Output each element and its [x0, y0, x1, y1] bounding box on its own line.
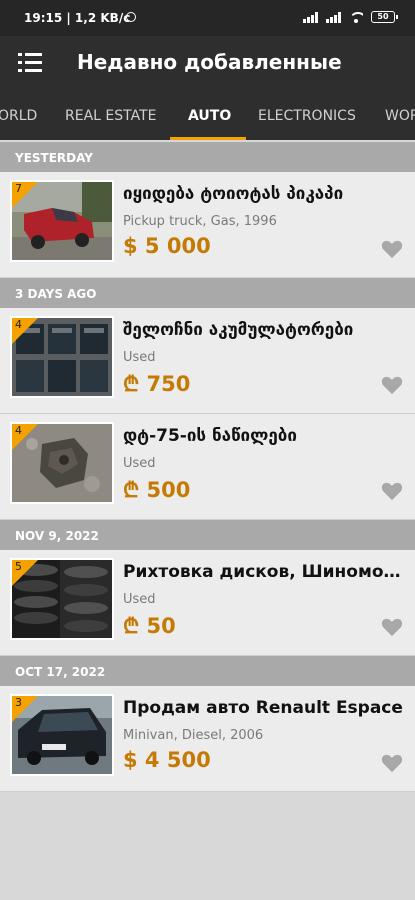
listing-thumbnail[interactable]: 4: [10, 316, 114, 398]
listing-thumbnail[interactable]: 3: [10, 694, 114, 776]
listing-thumbnail[interactable]: 5: [10, 558, 114, 640]
favorite-heart-icon[interactable]: [381, 753, 403, 773]
list-item[interactable]: 5 Рихтовка дисков, Шиномонтаж Used ₾ 50: [0, 550, 415, 656]
item-title[interactable]: Продам авто Renault Espace: [123, 698, 405, 718]
status-bar: 19:15 | 1,2 KB/c 50: [0, 0, 415, 36]
item-price: ₾ 500: [123, 478, 191, 502]
listing-thumbnail[interactable]: 4: [10, 422, 114, 504]
status-time: 19:15 | 1,2 KB/c: [24, 11, 131, 25]
favorite-heart-icon[interactable]: [381, 617, 403, 637]
item-subtitle: Used: [123, 456, 156, 471]
section-header: 3 DAYS AGO: [0, 278, 415, 308]
badge-number: 7: [15, 182, 22, 195]
signal-icon: [303, 11, 318, 23]
item-title[interactable]: იყიდება ტოიოტას პიკაპი: [123, 184, 405, 204]
signal-icon-2: [326, 11, 341, 23]
favorite-heart-icon[interactable]: [381, 375, 403, 395]
item-price: $ 5 000: [123, 234, 211, 258]
section-header: YESTERDAY: [0, 142, 415, 172]
wifi-icon: [349, 11, 363, 23]
tab-indicator: [170, 137, 246, 140]
listing-thumbnail[interactable]: 7: [10, 180, 114, 262]
item-title[interactable]: შელოჩნი აკუმულატორები: [123, 320, 405, 340]
item-subtitle: Pickup truck, Gas, 1996: [123, 214, 277, 229]
item-subtitle: Minivan, Diesel, 2006: [123, 728, 264, 743]
list-item[interactable]: 4 შელოჩნი აკუმულატორები Used ₾ 750: [0, 308, 415, 414]
category-tabs: ORLD REAL ESTATE AUTO ELECTRONICS WOR: [0, 92, 415, 140]
badge-number: 3: [15, 696, 22, 709]
menu-icon[interactable]: [18, 52, 42, 74]
favorite-heart-icon[interactable]: [381, 481, 403, 501]
tab-world[interactable]: ORLD: [0, 108, 37, 124]
tab-real-estate[interactable]: REAL ESTATE: [65, 108, 157, 124]
list-item[interactable]: 4 დტ-75-ის ნაწილები Used ₾ 500: [0, 414, 415, 520]
app-bar: Недавно добавленные: [0, 36, 415, 92]
section-header: OCT 17, 2022: [0, 656, 415, 686]
alarm-icon: [126, 12, 136, 22]
item-title[interactable]: დტ-75-ის ნაწილები: [123, 426, 405, 446]
favorite-heart-icon[interactable]: [381, 239, 403, 259]
badge-number: 5: [15, 560, 22, 573]
badge-number: 4: [15, 424, 22, 437]
section-header: NOV 9, 2022: [0, 520, 415, 550]
page-title: Недавно добавленные: [77, 50, 342, 74]
item-price: ₾ 750: [123, 372, 191, 396]
item-subtitle: Used: [123, 350, 156, 365]
tab-auto[interactable]: AUTO: [188, 108, 231, 124]
badge-number: 4: [15, 318, 22, 331]
list-item[interactable]: 3 Продам авто Renault Espace Minivan, Di…: [0, 686, 415, 792]
item-price: ₾ 50: [123, 614, 176, 638]
tab-work[interactable]: WOR: [385, 108, 415, 124]
list-item[interactable]: 7 იყიდება ტოიოტას პიკაპი Pickup truck, G…: [0, 172, 415, 278]
item-subtitle: Used: [123, 592, 156, 607]
item-title[interactable]: Рихтовка дисков, Шиномонтаж: [123, 562, 405, 582]
listing-list[interactable]: YESTERDAY 7 იყიდება ტოიოტას პიკაპი Picku…: [0, 142, 415, 792]
battery-icon: 50: [371, 11, 398, 23]
battery-level: 50: [377, 12, 389, 21]
tab-electronics[interactable]: ELECTRONICS: [258, 108, 356, 124]
item-price: $ 4 500: [123, 748, 211, 772]
